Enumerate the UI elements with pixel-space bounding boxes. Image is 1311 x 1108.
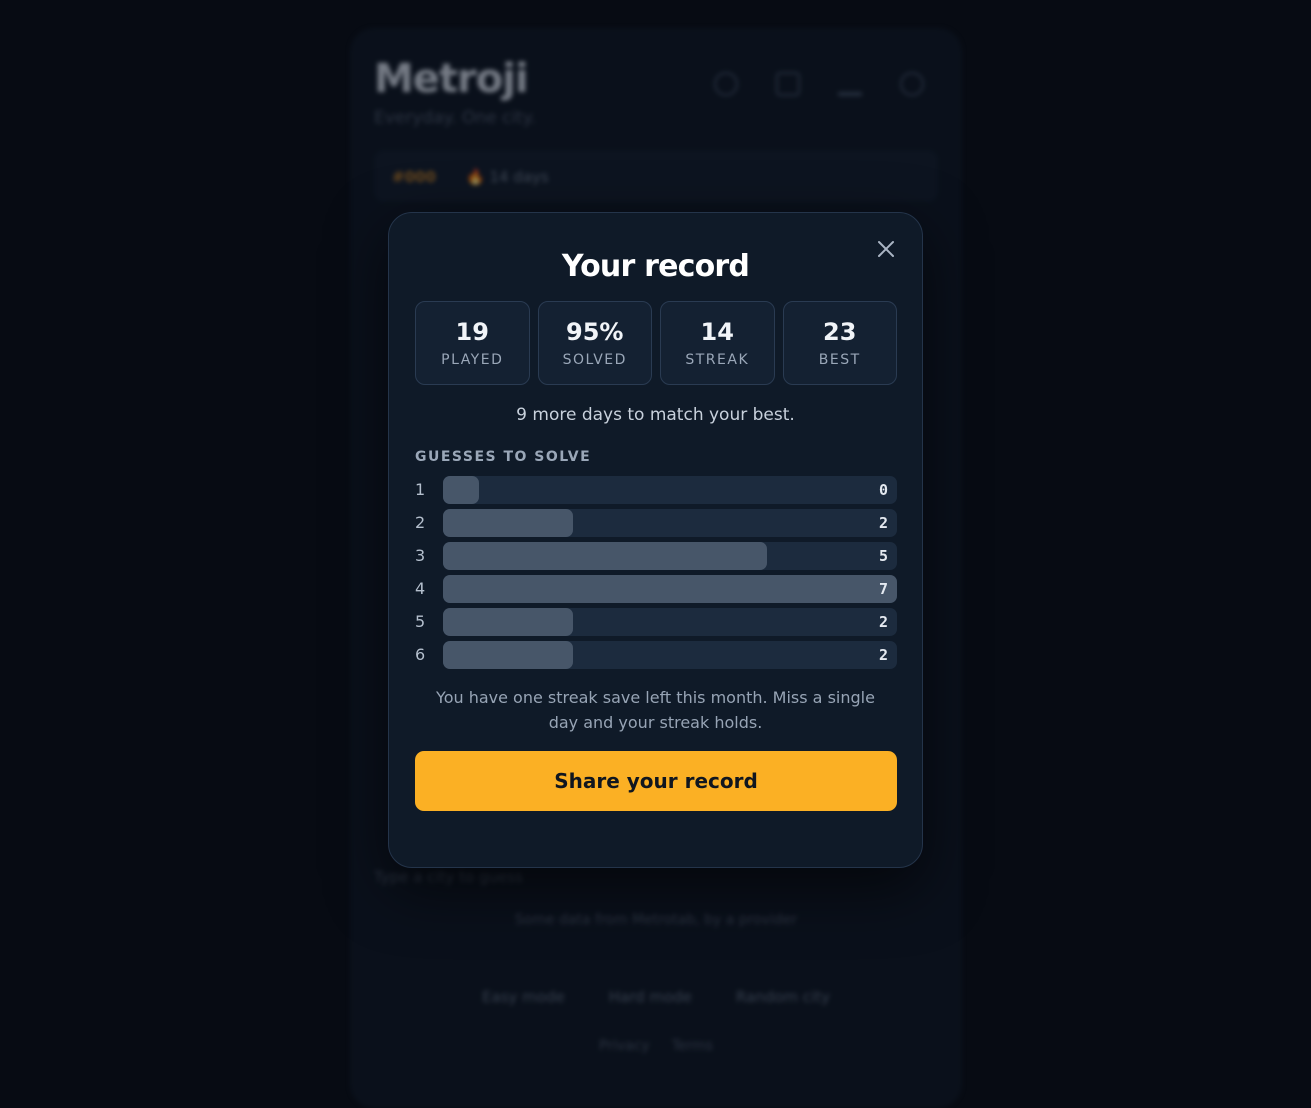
stat-value: 95% <box>566 318 624 346</box>
guess-number: 6 <box>415 645 426 664</box>
stat-played: 19 PLAYED <box>415 301 530 385</box>
stats-icon <box>838 72 862 96</box>
stat-value: 19 <box>455 318 489 346</box>
app-subtitle: Everyday. One city. <box>374 108 536 128</box>
distribution-count: 7 <box>878 580 888 598</box>
stat-label: BEST <box>818 352 861 368</box>
distribution-row: 47 <box>415 575 897 603</box>
distribution-bar-track: 7 <box>443 575 897 603</box>
distribution-label: GUESSES TO SOLVE <box>415 449 592 465</box>
distribution-row: 35 <box>415 542 897 570</box>
distribution-count: 2 <box>878 613 888 631</box>
distribution-bar <box>443 641 573 669</box>
footer-link-privacy: Privacy <box>599 1038 650 1054</box>
guess-number: 5 <box>415 612 426 631</box>
distribution-bar <box>443 608 573 636</box>
footer-links-small: Privacy Terms <box>350 1038 962 1054</box>
settings-icon <box>900 72 924 96</box>
share-button[interactable]: Share your record <box>415 751 897 811</box>
footer-link-terms: Terms <box>671 1038 713 1054</box>
footer-link-hard: Hard mode <box>608 988 692 1006</box>
distribution-row: 62 <box>415 641 897 669</box>
footer-link-random: Random city <box>735 988 830 1006</box>
record-modal: Your record 19 PLAYED 95% SOLVED 14 STRE… <box>388 212 923 868</box>
stats-row: 19 PLAYED 95% SOLVED 14 STREAK 23 BEST <box>415 301 897 385</box>
distribution-bar-track: 2 <box>443 608 897 636</box>
distribution-bar <box>443 542 768 570</box>
distribution-bar-track: 5 <box>443 542 897 570</box>
guess-number: 2 <box>415 513 426 532</box>
guess-hint: Type a city to guess <box>374 868 523 886</box>
app-header-icons <box>714 72 924 96</box>
stat-label: SOLVED <box>562 352 627 368</box>
stat-value: 14 <box>700 318 734 346</box>
best-streak-note: 9 more days to match your best. <box>516 405 795 425</box>
stat-value: 23 <box>823 318 857 346</box>
guess-number: 1 <box>415 480 426 499</box>
distribution-bar-track: 0 <box>443 476 897 504</box>
calendar-icon <box>776 72 800 96</box>
distribution-bar <box>443 509 573 537</box>
modal-title: Your record <box>561 249 750 284</box>
distribution-count: 0 <box>878 481 888 499</box>
distribution-row: 22 <box>415 509 897 537</box>
footer-link-easy: Easy mode <box>482 988 565 1006</box>
distribution-bar-track: 2 <box>443 641 897 669</box>
stat-solved: 95% SOLVED <box>537 301 652 385</box>
guess-distribution: 102235475262 <box>415 476 897 674</box>
puzzle-number: #000 <box>392 168 436 186</box>
credit-text: Some data from Metrotab, by a provider <box>514 912 798 928</box>
stat-streak: 14 STREAK <box>660 301 775 385</box>
app-title: Metroji <box>374 56 529 102</box>
stat-label: PLAYED <box>441 352 504 368</box>
streak-indicator: 🔥 14 days <box>466 168 549 186</box>
stat-label: STREAK <box>685 352 750 368</box>
help-icon <box>714 72 738 96</box>
distribution-count: 2 <box>878 514 888 532</box>
stat-best: 23 BEST <box>782 301 897 385</box>
distribution-bar <box>443 476 479 504</box>
guess-number: 4 <box>415 579 426 598</box>
streak-save-note: You have one streak save left this month… <box>436 688 875 732</box>
distribution-count: 2 <box>878 646 888 664</box>
distribution-bar-track: 2 <box>443 509 897 537</box>
distribution-row: 52 <box>415 608 897 636</box>
puzzle-info-bar: #000 🔥 14 days <box>374 150 938 202</box>
distribution-count: 5 <box>878 547 888 565</box>
distribution-bar <box>443 575 897 603</box>
guess-number: 3 <box>415 546 426 565</box>
distribution-row: 10 <box>415 476 897 504</box>
footer-links: Easy mode Hard mode Random city <box>350 988 962 1006</box>
